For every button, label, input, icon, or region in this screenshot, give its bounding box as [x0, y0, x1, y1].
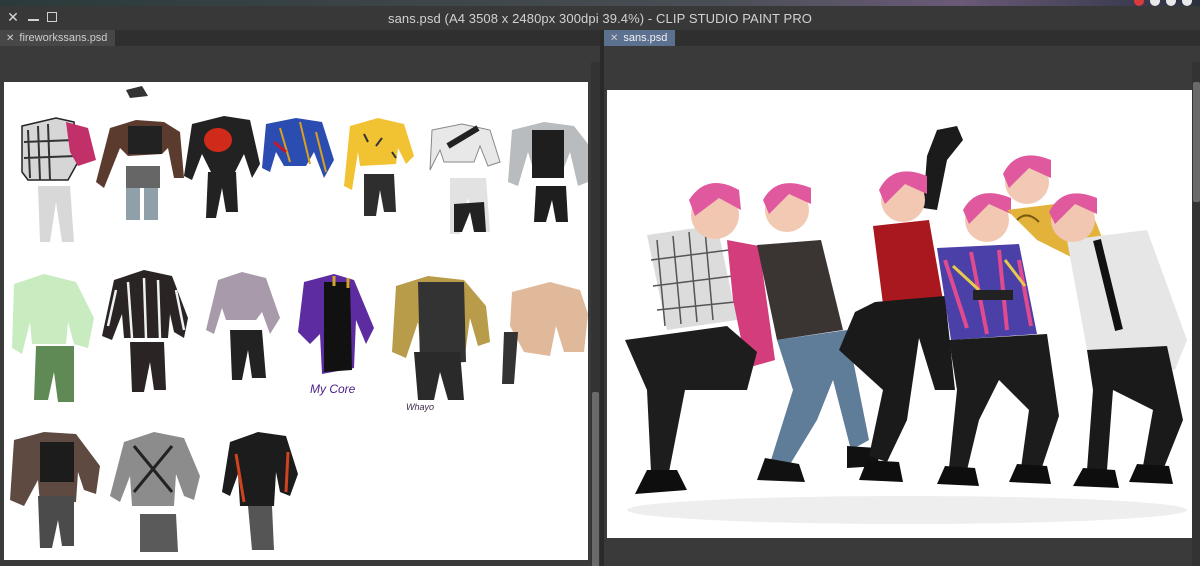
outfit-sketch-7 — [508, 122, 588, 222]
left-tab-bar: ✕ fireworkssans.psd — [0, 30, 600, 46]
outfit-sketch-9 — [102, 270, 188, 392]
figure-6 — [1049, 193, 1187, 488]
right-document-pane: ✕ sans.psd — [604, 30, 1200, 566]
outfit-sketch-5 — [344, 118, 414, 216]
outfit-sketch-4 — [262, 118, 334, 178]
annotation-my-core: My Core — [310, 382, 356, 396]
scrollbar-thumb[interactable] — [1193, 82, 1200, 202]
scrollbar-thumb[interactable] — [592, 392, 599, 566]
tab-label: sans.psd — [623, 32, 668, 44]
outfit-sketch-11 — [298, 274, 374, 374]
vertical-scrollbar[interactable] — [1192, 62, 1200, 566]
outfit-sketch-6 — [429, 123, 501, 234]
outfit-sketch-15 — [110, 432, 200, 552]
figure-1 — [625, 182, 775, 494]
outfit-sketch-14 — [10, 432, 100, 548]
outfit-sketch-13 — [502, 282, 588, 384]
outfit-sketch-12 — [392, 276, 490, 400]
group-illustration — [625, 126, 1187, 524]
vertical-scrollbar[interactable] — [591, 62, 600, 566]
outfit-sketch-1 — [21, 117, 96, 242]
right-paper[interactable] — [607, 90, 1200, 538]
outfit-sketch-8 — [12, 274, 94, 402]
outfit-sketch-2 — [96, 86, 184, 220]
annotation-signature: Whayo — [406, 402, 435, 412]
outfit-sketches — [10, 86, 588, 552]
outfit-sketch-16 — [222, 432, 298, 550]
left-canvas-area[interactable]: My Core Whayo — [0, 46, 600, 566]
tab-sans[interactable]: ✕ sans.psd — [604, 30, 676, 46]
outfit-sketch-3 — [184, 116, 260, 218]
left-document-pane: ✕ fireworkssans.psd My Core Whayo — [0, 30, 600, 566]
right-tab-bar: ✕ sans.psd — [604, 30, 1200, 46]
close-tab-icon[interactable]: ✕ — [6, 33, 14, 44]
close-tab-icon[interactable]: ✕ — [610, 33, 618, 44]
title-bar: ✕ sans.psd (A4 3508 x 2480px 300dpi 39.4… — [0, 6, 1200, 30]
left-paper[interactable]: My Core Whayo — [4, 82, 588, 560]
app-window: ✕ sans.psd (A4 3508 x 2480px 300dpi 39.4… — [0, 0, 1200, 566]
window-title: sans.psd (A4 3508 x 2480px 300dpi 39.4%)… — [387, 11, 813, 26]
tab-label: fireworkssans.psd — [19, 32, 108, 44]
outfit-sketch-10 — [206, 272, 280, 380]
right-canvas-area[interactable] — [604, 46, 1200, 566]
tab-fireworkssans[interactable]: ✕ fireworkssans.psd — [0, 30, 116, 46]
